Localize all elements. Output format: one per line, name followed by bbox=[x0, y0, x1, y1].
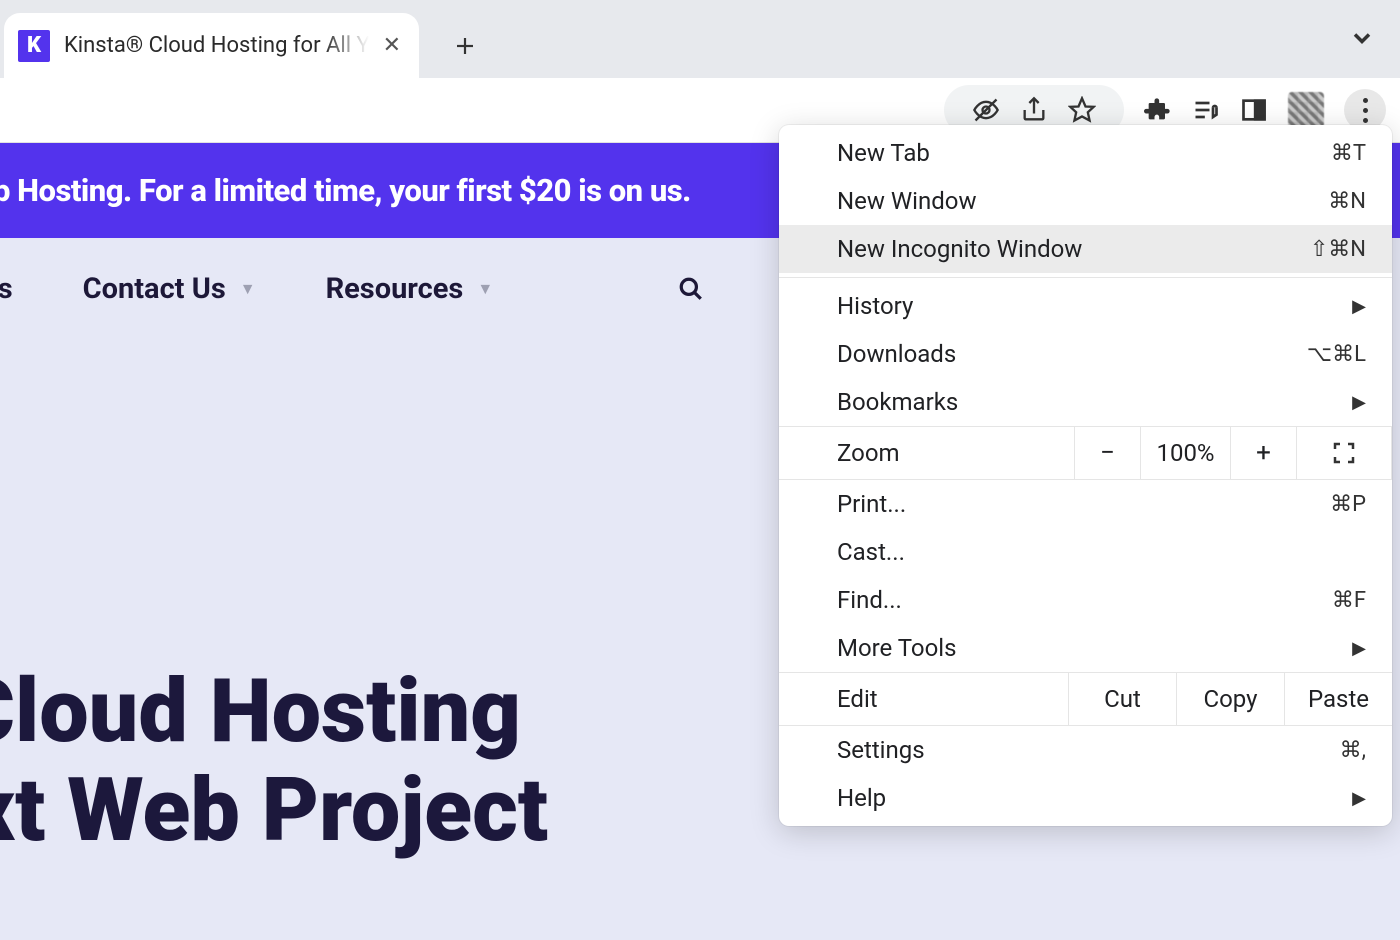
edit-label: Edit bbox=[779, 673, 1068, 725]
menu-label: New Tab bbox=[837, 139, 930, 167]
menu-shortcut: ⌘F bbox=[1332, 588, 1366, 613]
menu-label: Cast... bbox=[837, 538, 905, 566]
menu-label: Bookmarks bbox=[837, 388, 958, 416]
menu-shortcut: ⌘N bbox=[1328, 189, 1366, 214]
menu-shortcut: ⌘T bbox=[1331, 141, 1366, 166]
menu-label: Print... bbox=[837, 490, 906, 518]
chevron-right-icon: ▶ bbox=[1352, 296, 1366, 317]
menu-label: New Incognito Window bbox=[837, 235, 1082, 263]
menu-label: Help bbox=[837, 784, 886, 812]
menu-item-new-window[interactable]: New Window ⌘N bbox=[779, 177, 1392, 225]
hero-line-1: st Cloud Hosting bbox=[0, 663, 548, 762]
privacy-eye-icon[interactable] bbox=[972, 96, 1000, 124]
tabs-dropdown-button[interactable] bbox=[1348, 24, 1376, 59]
plus-icon bbox=[453, 34, 477, 58]
menu-label: Settings bbox=[837, 736, 925, 764]
menu-separator bbox=[779, 277, 1392, 278]
nav-label: ents bbox=[0, 272, 13, 306]
menu-item-new-tab[interactable]: New Tab ⌘T bbox=[779, 129, 1392, 177]
tab-favicon: K bbox=[18, 30, 50, 62]
menu-shortcut: ⌘P bbox=[1330, 492, 1366, 517]
menu-label: More Tools bbox=[837, 634, 957, 662]
zoom-in-button[interactable]: + bbox=[1230, 426, 1296, 480]
site-search-button[interactable] bbox=[678, 276, 704, 302]
close-icon[interactable]: ✕ bbox=[383, 33, 401, 58]
share-icon[interactable] bbox=[1020, 96, 1048, 124]
chrome-overflow-menu: New Tab ⌘T New Window ⌘N New Incognito W… bbox=[779, 125, 1392, 826]
chevron-right-icon: ▶ bbox=[1352, 638, 1366, 659]
menu-item-edit: Edit Cut Copy Paste bbox=[779, 672, 1392, 726]
reading-list-icon[interactable] bbox=[1192, 96, 1220, 124]
zoom-out-button[interactable]: − bbox=[1074, 426, 1140, 480]
nav-item-resources[interactable]: Resources ▼ bbox=[326, 272, 494, 306]
chevron-right-icon: ▶ bbox=[1352, 392, 1366, 413]
menu-item-bookmarks[interactable]: Bookmarks ▶ bbox=[779, 378, 1392, 426]
promo-banner-text: n App Hosting. For a limited time, your … bbox=[0, 172, 691, 209]
browser-tab[interactable]: K Kinsta® Cloud Hosting for All Y ✕ bbox=[4, 13, 419, 78]
menu-item-print[interactable]: Print... ⌘P bbox=[779, 480, 1392, 528]
menu-label: Find... bbox=[837, 586, 902, 614]
menu-label: Downloads bbox=[837, 340, 956, 368]
chevron-down-icon: ▼ bbox=[477, 279, 493, 299]
tab-title: Kinsta® Cloud Hosting for All Y bbox=[64, 33, 369, 58]
menu-item-find[interactable]: Find... ⌘F bbox=[779, 576, 1392, 624]
profile-avatar[interactable] bbox=[1288, 92, 1324, 128]
nav-label: Contact Us bbox=[83, 272, 226, 306]
edit-copy-button[interactable]: Copy bbox=[1176, 673, 1284, 725]
nav-label: Resources bbox=[326, 272, 464, 306]
chevron-down-icon: ▼ bbox=[240, 279, 256, 299]
menu-item-more-tools[interactable]: More Tools ▶ bbox=[779, 624, 1392, 672]
menu-item-new-incognito[interactable]: New Incognito Window ⇧⌘N bbox=[779, 225, 1392, 273]
menu-shortcut: ⌥⌘L bbox=[1307, 342, 1366, 367]
fullscreen-icon bbox=[1332, 441, 1356, 465]
menu-item-downloads[interactable]: Downloads ⌥⌘L bbox=[779, 330, 1392, 378]
chevron-down-icon bbox=[1348, 24, 1376, 52]
menu-shortcut: ⌘, bbox=[1340, 738, 1366, 763]
zoom-level: 100% bbox=[1140, 426, 1230, 480]
menu-item-help[interactable]: Help ▶ bbox=[779, 774, 1392, 822]
menu-label: New Window bbox=[837, 187, 976, 215]
menu-item-settings[interactable]: Settings ⌘, bbox=[779, 726, 1392, 774]
nav-item-contact[interactable]: Contact Us ▼ bbox=[83, 272, 256, 306]
menu-item-cast[interactable]: Cast... bbox=[779, 528, 1392, 576]
tab-strip: K Kinsta® Cloud Hosting for All Y ✕ bbox=[0, 0, 1400, 78]
menu-label: History bbox=[837, 292, 913, 320]
edit-cut-button[interactable]: Cut bbox=[1068, 673, 1176, 725]
hero-line-2: Next Web Project bbox=[0, 762, 548, 861]
fullscreen-button[interactable] bbox=[1296, 426, 1392, 480]
kebab-icon bbox=[1363, 98, 1368, 123]
chevron-right-icon: ▶ bbox=[1352, 788, 1366, 809]
zoom-label: Zoom bbox=[779, 426, 1074, 480]
side-panel-icon[interactable] bbox=[1240, 96, 1268, 124]
nav-item-partial[interactable]: ents bbox=[0, 272, 13, 306]
search-icon bbox=[678, 276, 704, 302]
menu-item-zoom: Zoom − 100% + bbox=[779, 426, 1392, 480]
menu-shortcut: ⇧⌘N bbox=[1310, 237, 1366, 262]
menu-item-history[interactable]: History ▶ bbox=[779, 282, 1392, 330]
puzzle-icon[interactable] bbox=[1144, 96, 1172, 124]
edit-paste-button[interactable]: Paste bbox=[1284, 673, 1392, 725]
new-tab-button[interactable] bbox=[441, 22, 489, 70]
hero-heading: st Cloud Hosting Next Web Project bbox=[0, 663, 548, 860]
star-icon[interactable] bbox=[1068, 96, 1096, 124]
